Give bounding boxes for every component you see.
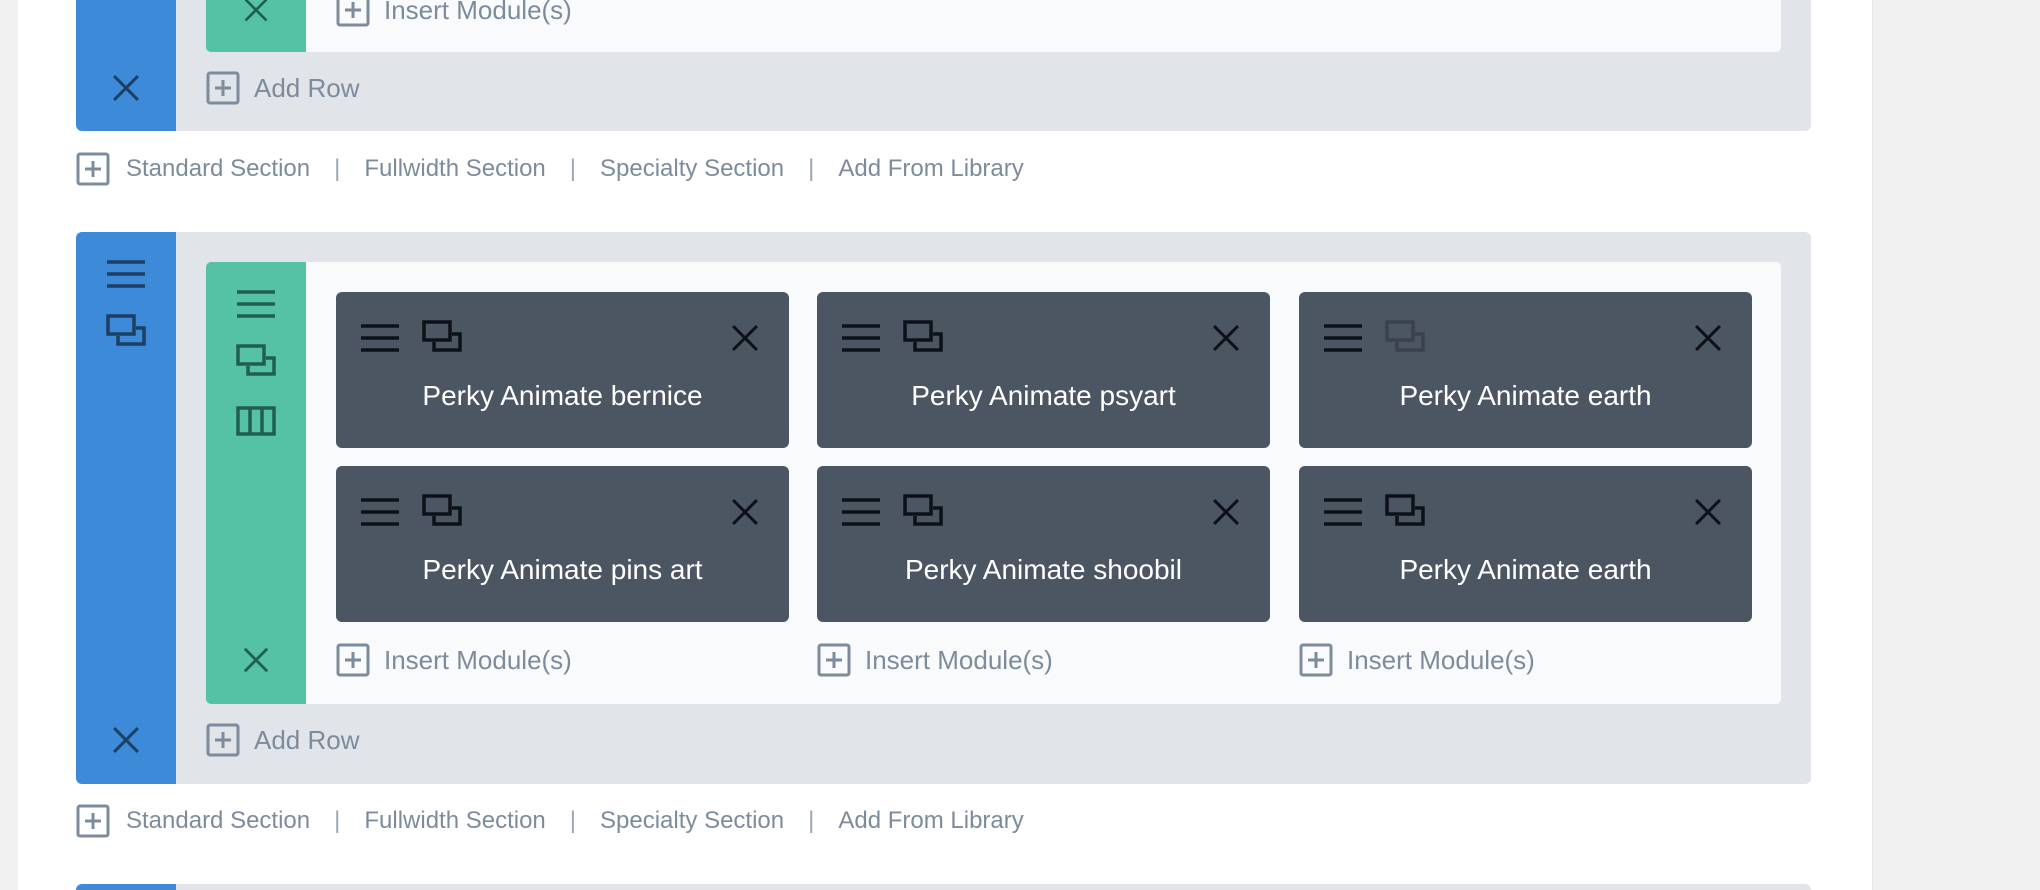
module-title: Perky Animate bernice [422, 380, 703, 411]
close-icon[interactable] [236, 0, 276, 30]
section-next [76, 884, 1811, 890]
module-card[interactable]: Perky Animate psyart [817, 292, 1270, 448]
close-icon[interactable] [1686, 316, 1730, 360]
close-icon[interactable] [106, 720, 146, 760]
module-card[interactable]: Perky Animate earth [1299, 292, 1752, 448]
specialty-section-link[interactable]: Specialty Section [600, 155, 784, 183]
add-row-link[interactable]: Add Row [206, 68, 360, 108]
fullwidth-section-link[interactable]: Fullwidth Section [364, 155, 545, 183]
insert-module-label: Insert Module(s) [384, 0, 572, 25]
plus-square-icon [1299, 643, 1333, 677]
row-top: Insert Module(s) [206, 0, 1781, 52]
close-icon[interactable] [1204, 490, 1248, 534]
plus-square-icon [76, 152, 110, 186]
module-title: Perky Animate pins art [422, 554, 703, 585]
duplicate-icon[interactable] [420, 316, 464, 360]
duplicate-icon[interactable] [901, 490, 945, 534]
plus-square-icon [76, 804, 110, 838]
hamburger-icon[interactable] [839, 490, 883, 534]
module-card[interactable]: Perky Animate earth [1299, 466, 1752, 622]
section-rail [76, 884, 176, 890]
fullwidth-section-link[interactable]: Fullwidth Section [364, 807, 545, 835]
section-main: Perky Animate bernice Perky Animate psya… [76, 232, 1811, 784]
module-title: Perky Animate psyart [911, 380, 1176, 411]
row-main: Perky Animate bernice Perky Animate psya… [206, 262, 1781, 704]
insert-module-label: Insert Module(s) [384, 644, 572, 675]
module-card[interactable]: Perky Animate shoobil [817, 466, 1270, 622]
section-rail [76, 232, 176, 784]
plus-square-icon [206, 71, 240, 105]
row-rail [206, 0, 306, 52]
duplicate-icon[interactable] [106, 312, 146, 352]
insert-module-link[interactable]: Insert Module(s) [1299, 640, 1535, 680]
insert-module-label: Insert Module(s) [1347, 644, 1535, 675]
plus-square-icon [336, 643, 370, 677]
duplicate-icon[interactable] [1383, 490, 1427, 534]
specialty-section-link[interactable]: Specialty Section [600, 807, 784, 835]
section-top: Insert Module(s) Add Row [76, 0, 1811, 131]
close-icon[interactable] [1686, 490, 1730, 534]
add-from-library-link[interactable]: Add From Library [838, 155, 1023, 183]
separator: | [334, 155, 341, 182]
insert-module-link[interactable]: Insert Module(s) [336, 0, 572, 30]
section-links-2: Standard Section | Fullwidth Section | S… [76, 801, 1024, 841]
close-icon[interactable] [236, 640, 276, 680]
separator: | [808, 155, 815, 182]
close-icon[interactable] [723, 490, 767, 534]
separator: | [334, 807, 341, 834]
duplicate-icon[interactable] [420, 490, 464, 534]
duplicate-icon[interactable] [236, 342, 276, 382]
plus-square-icon [206, 723, 240, 757]
hamburger-icon[interactable] [839, 316, 883, 360]
plus-square-icon [817, 643, 851, 677]
insert-module-link[interactable]: Insert Module(s) [817, 640, 1053, 680]
hamburger-icon[interactable] [358, 490, 402, 534]
add-row-label: Add Row [254, 72, 360, 103]
duplicate-icon[interactable] [1383, 316, 1427, 360]
columns-icon[interactable] [236, 400, 276, 440]
insert-module-label: Insert Module(s) [865, 644, 1053, 675]
standard-section-link[interactable]: Standard Section [126, 807, 310, 835]
module-title: Perky Animate earth [1399, 554, 1652, 585]
right-gutter [1872, 0, 2040, 890]
hamburger-icon[interactable] [358, 316, 402, 360]
section-rail [76, 0, 176, 131]
add-from-library-link[interactable]: Add From Library [838, 807, 1023, 835]
standard-section-link[interactable]: Standard Section [126, 155, 310, 183]
duplicate-icon[interactable] [901, 316, 945, 360]
separator: | [808, 807, 815, 834]
add-row-link[interactable]: Add Row [206, 720, 360, 760]
hamburger-icon[interactable] [106, 254, 146, 294]
close-icon[interactable] [106, 68, 146, 108]
module-card[interactable]: Perky Animate bernice [336, 292, 789, 448]
row-rail [206, 262, 306, 704]
hamburger-icon[interactable] [236, 284, 276, 324]
separator: | [569, 155, 577, 182]
close-icon[interactable] [1204, 316, 1248, 360]
separator: | [569, 807, 577, 834]
module-title: Perky Animate shoobil [904, 554, 1183, 585]
plus-square-icon [336, 0, 370, 27]
hamburger-icon[interactable] [1321, 490, 1365, 534]
close-icon[interactable] [723, 316, 767, 360]
section-links-1: Standard Section | Fullwidth Section | S… [76, 149, 1024, 189]
insert-module-link[interactable]: Insert Module(s) [336, 640, 572, 680]
hamburger-icon[interactable] [1321, 316, 1365, 360]
module-title: Perky Animate earth [1399, 380, 1652, 411]
add-row-label: Add Row [254, 724, 360, 755]
module-card[interactable]: Perky Animate pins art [336, 466, 789, 622]
